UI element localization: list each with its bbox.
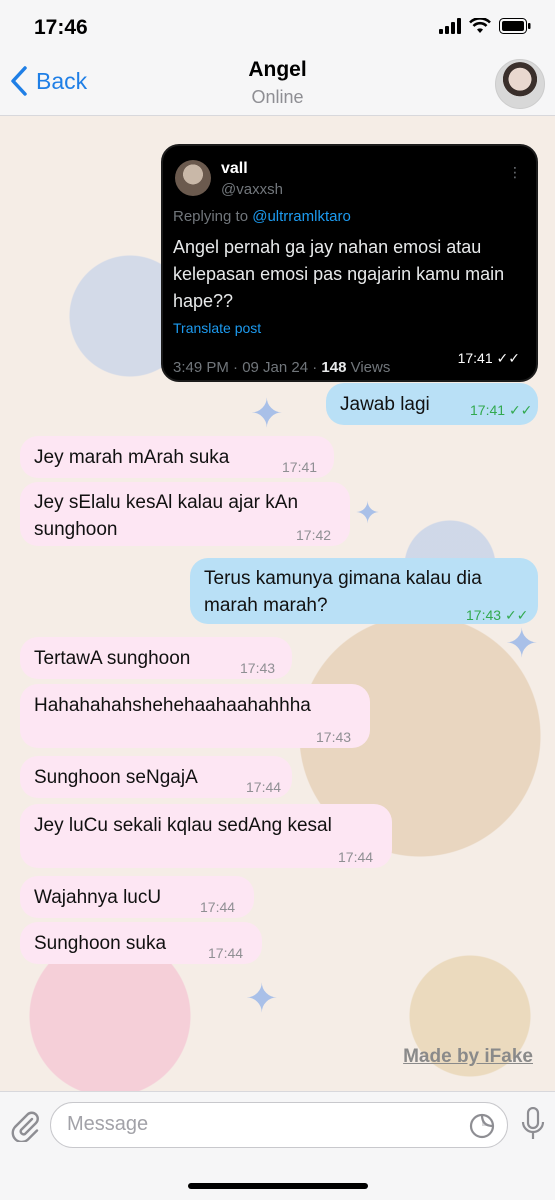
status-time: 17:46 — [34, 16, 88, 39]
tweet-views-count: 148 — [321, 359, 347, 376]
message-time: 17:44 — [200, 899, 236, 915]
message-bubble-incoming[interactable]: Jey marah mArah suka 17:41 — [20, 436, 334, 478]
message-text: Jey sElalu kesAl kalau ajar kAn sunghoon — [34, 492, 299, 540]
home-indicator — [188, 1183, 368, 1189]
tweet-replying-to: Replying to @ultrramlktaro — [173, 208, 351, 225]
tweet-date: 3:49 PM · 09 Jan 24 · — [173, 359, 322, 376]
message-time: 17:44 — [246, 779, 282, 795]
tweet-translate-link: Translate post — [173, 320, 262, 336]
more-dots-icon: ⋮ — [508, 164, 522, 180]
message-time: 17:43 — [316, 729, 352, 745]
chat-title: Angel — [248, 58, 307, 81]
status-bar: 17:46 — [0, 0, 555, 56]
double-check-icon: ✓✓ — [508, 402, 533, 418]
message-bubble-incoming[interactable]: Wajahnya lucU 17:44 — [20, 876, 254, 918]
message-bubble-outgoing[interactable]: Jawab lagi 17:41 ✓✓ — [326, 383, 538, 425]
tweet-time-label: 17:41 — [457, 350, 493, 366]
voice-record-button[interactable] — [521, 1106, 545, 1146]
status-icons — [439, 18, 531, 34]
message-text: Sunghoon suka — [34, 933, 167, 954]
message-time: 17:41 ✓✓ — [470, 397, 532, 424]
message-text: Jawab lagi — [340, 394, 430, 415]
sticker-icon — [469, 1113, 495, 1139]
watermark: Made by iFake — [403, 1046, 533, 1067]
message-bubble-incoming[interactable]: Jey luCu sekali kqlau sedAng kesal 17:44 — [20, 804, 392, 868]
message-text: Hahahahahshehehaahaahahhha — [34, 695, 311, 716]
message-bubble-incoming[interactable]: Hahahahahshehehaahaahahhha 17:43 — [20, 684, 370, 748]
attach-button[interactable] — [10, 1110, 40, 1147]
message-bubble-incoming[interactable]: Jey sElalu kesAl kalau ajar kAn sunghoon… — [20, 482, 350, 546]
tweet-avatar — [175, 160, 211, 196]
double-check-icon: ✓✓ — [496, 350, 520, 366]
replying-prefix: Replying to — [173, 208, 253, 225]
message-text: Jey marah mArah suka — [34, 447, 230, 468]
paperclip-icon — [11, 1111, 39, 1144]
sticker-button[interactable] — [469, 1113, 495, 1144]
contact-avatar[interactable] — [495, 59, 545, 109]
tweet-text: Angel pernah ga jay nahan emosi atau kel… — [173, 237, 505, 311]
message-time: 17:44 — [338, 849, 374, 865]
tweet-views-label: Views — [346, 359, 391, 376]
message-time: 17:43 ✓✓ — [466, 602, 528, 629]
message-composer — [0, 1091, 555, 1200]
chat-header: Back Angel Online — [0, 56, 555, 116]
message-text: Jey luCu sekali kqlau sedAng kesal — [34, 815, 332, 836]
message-time: 17:43 — [240, 660, 276, 676]
tweet-meta: 3:49 PM · 09 Jan 24 · 148 Views — [173, 359, 390, 376]
tweet-card[interactable]: vall @vaxxsh ⋮ Replying to @ultrramlktar… — [161, 144, 538, 382]
message-input[interactable] — [67, 1113, 457, 1136]
message-text: Wajahnya lucU — [34, 887, 162, 908]
tweet-message-time: 17:41 ✓✓ — [458, 350, 520, 367]
message-bubble-incoming[interactable]: TertawA sunghoon 17:43 — [20, 637, 292, 679]
message-time: 17:42 — [296, 527, 332, 543]
tweet-author-name: vall — [221, 160, 248, 177]
chat-status: Online — [251, 87, 304, 107]
sparkle-decoration: ✦ — [250, 392, 284, 436]
message-text: Sunghoon seNgajA — [34, 767, 198, 788]
wifi-icon — [469, 18, 491, 33]
message-text: TertawA sunghoon — [34, 648, 191, 669]
signal-icon — [439, 18, 461, 34]
message-time: 17:44 — [208, 945, 244, 961]
tweet-author-handle: @vaxxsh — [221, 181, 283, 198]
battery-icon — [499, 18, 531, 34]
message-time: 17:41 — [282, 459, 318, 475]
sparkle-decoration: ✦ — [245, 977, 279, 1021]
replying-handle: @ultrramlktaro — [252, 208, 351, 225]
message-bubble-incoming[interactable]: Sunghoon seNgajA 17:44 — [20, 756, 292, 798]
sparkle-decoration: ✦ — [355, 497, 381, 530]
message-field[interactable] — [50, 1102, 508, 1148]
message-text: Terus kamunya gimana kalau dia marah mar… — [204, 568, 482, 616]
message-time-label: 17:43 — [466, 607, 502, 623]
message-bubble-incoming[interactable]: Sunghoon suka 17:44 — [20, 922, 262, 964]
microphone-icon — [521, 1106, 545, 1139]
message-bubble-outgoing[interactable]: Terus kamunya gimana kalau dia marah mar… — [190, 558, 538, 624]
chat-area[interactable]: ✦ ✦ ✦ ✦ vall @vaxxsh ⋮ Replying to @ultr… — [0, 116, 555, 1091]
double-check-icon: ✓✓ — [504, 607, 529, 623]
message-time-label: 17:41 — [470, 402, 506, 418]
